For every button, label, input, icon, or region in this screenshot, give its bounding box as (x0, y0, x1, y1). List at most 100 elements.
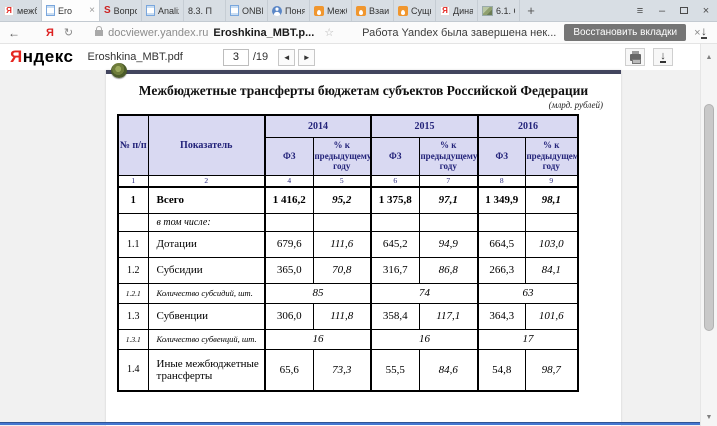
url-domain[interactable]: docviewer.yandex.ru (108, 27, 208, 39)
studopedia-icon: S (104, 5, 111, 16)
person-icon (272, 6, 282, 16)
table-row-subsidii: 1.2 Субсидии 365,0 70,8 316,7 86,8 266,3… (118, 257, 578, 283)
tab-vzaim[interactable]: Взаим (352, 0, 394, 21)
tab-label: 6.1. С (496, 6, 515, 16)
address-bar: ← Я ↻ docviewer.yandex.ru Eroshkina_MBT.… (0, 22, 717, 44)
download-icon: ↓ (660, 51, 666, 63)
tab-label: Вопро (114, 6, 137, 16)
table-row-including: в том числе: (118, 213, 578, 231)
transfers-table: № п/п Показатель 2014 2015 2016 ФЗ % к п… (117, 114, 579, 392)
printer-icon (630, 54, 641, 61)
restore-icon (680, 7, 688, 14)
back-button[interactable]: ← (0, 26, 28, 40)
tab-label: Ero (58, 6, 72, 16)
page-total: /19 (253, 51, 268, 63)
tab-dinam[interactable]: Я Динам (436, 0, 478, 21)
window-controls: ≡ – × (629, 0, 717, 21)
download-button[interactable]: ↓ (653, 48, 673, 66)
document-icon (46, 5, 55, 16)
new-tab-button[interactable]: + (520, 0, 542, 21)
table-title: Межбюджетные трансферты бюджетам субъект… (106, 83, 621, 99)
docviewer-toolbar: Яндекс Eroshkina_MBT.pdf /19 ◄ ► ↓ (0, 44, 717, 70)
menu-icon[interactable]: ≡ (629, 0, 651, 22)
document-icon (146, 5, 155, 16)
minimize-button[interactable]: – (651, 0, 673, 22)
refresh-icon[interactable]: ↻ (64, 26, 83, 39)
tab-label: Analiz_ (158, 6, 179, 16)
table-row-subvencii: 1.3 Субвенции 306,0 111,8 358,4 117,1 36… (118, 303, 578, 329)
unit-note: (млрд. рублей) (106, 100, 621, 110)
col-header-num: № п/п (118, 115, 148, 175)
tab-close-icon[interactable]: × (89, 6, 95, 16)
notification-text: Работа Yandex была завершена нек... (362, 27, 556, 39)
tab-vopro[interactable]: S Вопро (100, 0, 142, 21)
pdf-page: Межбюджетные трансферты бюджетам субъект… (106, 70, 621, 426)
table-row-other-transfers: 1.4 Иные межбюджетные трансферты 65,6 73… (118, 349, 578, 391)
tab-label: Понят (285, 6, 305, 16)
header-row-years: № п/п Показатель 2014 2015 2016 (118, 115, 578, 137)
url-file[interactable]: Eroshkina_MBT.p... (213, 27, 314, 39)
document-icon (230, 5, 239, 16)
tab-suschno[interactable]: Сущно (394, 0, 436, 21)
col-header-year-2015: 2015 (371, 115, 478, 137)
col-header-indicator: Показатель (148, 115, 265, 175)
lock-icon (95, 30, 103, 36)
page-number-input[interactable] (223, 49, 249, 66)
tab-ponyat[interactable]: Понят (268, 0, 310, 21)
bookmark-star-icon[interactable]: ☆ (324, 26, 334, 39)
table-row-subvencii-count: 1.3.1 Количество субвенций, шт. 16 16 17 (118, 329, 578, 349)
next-page-button[interactable]: ► (298, 49, 315, 66)
downloads-icon[interactable]: ↓ (701, 26, 707, 39)
tab-label: Взаим (369, 6, 389, 16)
previous-page-button[interactable]: ◄ (278, 49, 295, 66)
tab-analiz[interactable]: Analiz_ (142, 0, 184, 21)
document-filename: Eroshkina_MBT.pdf (87, 51, 182, 63)
tab-label: межбю (17, 6, 37, 16)
image-thumbnail-icon (482, 6, 493, 16)
fire-icon (356, 6, 366, 16)
scrollbar-thumb[interactable] (704, 104, 714, 331)
tab-mezhb[interactable]: Межб (310, 0, 352, 21)
tab-label: Динам (453, 6, 473, 16)
yandex-icon: Я (4, 6, 14, 16)
fire-icon (398, 6, 408, 16)
tab-label: Сущно (411, 6, 431, 16)
scroll-down-icon[interactable]: ▼ (701, 410, 717, 424)
yandex-home-button[interactable]: Я (28, 27, 64, 39)
table-row-dotacii: 1.1 Дотации 679,6 111,6 645,2 94,9 664,5… (118, 231, 578, 257)
tab-6-1[interactable]: 6.1. С (478, 0, 520, 21)
table-row-subsidii-count: 1.2.1 Количество субсидий, шт. 85 74 63 (118, 283, 578, 303)
scroll-up-icon[interactable]: ▲ (701, 50, 717, 64)
col-header-pct: % к предыдущему году (419, 137, 478, 175)
page-bottom-rule (0, 422, 717, 425)
crash-notification: Работа Yandex была завершена нек... Восс… (362, 24, 700, 41)
col-header-year-2014: 2014 (265, 115, 371, 137)
close-button[interactable]: × (695, 0, 717, 22)
col-header-fz: ФЗ (265, 137, 313, 175)
tab-label: Межб (327, 6, 347, 16)
browser-window: Я межбю Ero × S Вопро Analiz_ 8.3. П ONB… (0, 0, 717, 426)
tab-8-3[interactable]: 8.3. П (184, 0, 226, 21)
col-header-fz: ФЗ (371, 137, 419, 175)
tab-mezhbu[interactable]: Я межбю (0, 0, 42, 21)
column-numbering-row: 1 2 4 5 6 7 8 9 (118, 175, 578, 187)
tab-bar: Я межбю Ero × S Вопро Analiz_ 8.3. П ONB… (0, 0, 717, 22)
fire-icon (314, 6, 324, 16)
tab-onbp[interactable]: ONBP_ (226, 0, 268, 21)
print-button[interactable] (625, 48, 645, 66)
restore-button[interactable] (673, 0, 695, 22)
col-header-pct: % к предыдущему году (525, 137, 578, 175)
document-viewport: Межбюджетные трансферты бюджетам субъект… (0, 70, 717, 426)
col-header-year-2016: 2016 (478, 115, 578, 137)
notification-close-icon[interactable]: × (694, 27, 700, 39)
col-header-fz: ФЗ (478, 137, 525, 175)
table-row-total: 1 Всего 1 416,2 95,2 1 375,8 97,1 1 349,… (118, 187, 578, 213)
yandex-logo[interactable]: Яндекс (0, 47, 87, 67)
col-header-pct: % к предыдущему году (313, 137, 371, 175)
yandex-icon: Я (440, 6, 450, 16)
tab-eroshkina-active[interactable]: Ero × (42, 0, 100, 21)
vertical-scrollbar[interactable]: ▲ ▼ (700, 44, 717, 426)
restore-tabs-button[interactable]: Восстановить вкладки (564, 24, 686, 41)
tab-label: 8.3. П (188, 6, 212, 16)
page-top-rule (106, 70, 621, 74)
